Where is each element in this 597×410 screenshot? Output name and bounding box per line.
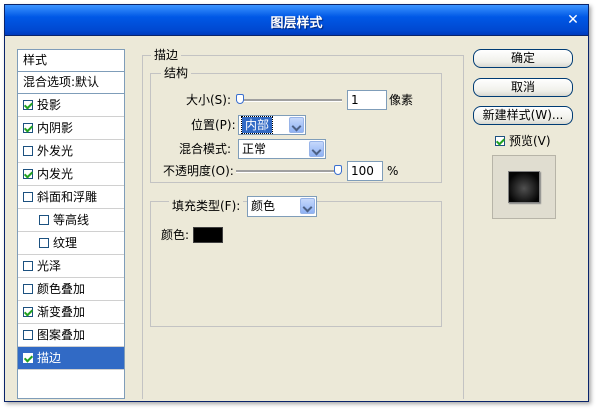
style-item-label: 内阴影	[37, 121, 74, 135]
style-item-checkbox[interactable]	[23, 330, 33, 340]
size-label: 大小(S):	[186, 93, 232, 107]
fill-type-value: 颜色	[251, 199, 276, 213]
style-preview	[492, 155, 556, 219]
size-input[interactable]: 1	[347, 90, 387, 110]
style-item[interactable]: 颜色叠加	[18, 278, 124, 301]
style-item-label: 渐变叠加	[37, 305, 86, 319]
opacity-slider-track[interactable]	[236, 170, 342, 173]
style-item-checkbox[interactable]	[23, 353, 33, 363]
blend-options-item[interactable]: 混合选项:默认	[18, 72, 124, 94]
style-item-checkbox[interactable]	[39, 215, 49, 225]
dialog-title: 图层样式	[270, 16, 323, 31]
style-item[interactable]: 内发光	[18, 163, 124, 186]
color-label: 颜色:	[161, 228, 190, 242]
style-item-label: 内发光	[37, 167, 74, 181]
new-style-button[interactable]: 新建样式(W)...	[473, 106, 573, 125]
style-item-label: 等高线	[53, 213, 90, 227]
opacity-input[interactable]: 100	[347, 161, 383, 181]
style-item-label: 投影	[37, 98, 62, 112]
opacity-unit: %	[387, 164, 399, 178]
style-item-label: 光泽	[37, 259, 62, 273]
structure-group-title: 结构	[161, 66, 192, 80]
chevron-down-icon[interactable]	[300, 198, 315, 214]
style-item-checkbox[interactable]	[23, 261, 33, 271]
fill-type-select[interactable]: 颜色	[247, 196, 317, 217]
style-item[interactable]: 描边	[18, 347, 124, 370]
stroke-group-title: 描边	[151, 48, 182, 62]
size-slider-thumb-icon[interactable]	[236, 94, 244, 104]
style-item-label: 颜色叠加	[37, 282, 86, 296]
style-item-checkbox[interactable]	[23, 192, 33, 202]
preview-thumbnail	[508, 171, 540, 203]
size-slider-track[interactable]	[236, 99, 342, 102]
close-icon[interactable]: ✕	[564, 11, 582, 29]
layer-style-dialog: 图层样式 ✕ 样式 混合选项:默认 投影内阴影外发光内发光斜面和浮雕等高线纹理光…	[4, 4, 589, 402]
preview-label: 预览(V)	[509, 134, 551, 148]
style-item-label: 图案叠加	[37, 328, 86, 342]
styles-header[interactable]: 样式	[18, 50, 124, 72]
structure-group: 结构 大小(S): 1 像素 位置(P): 内部 混合模式: 正常 不透明度(O…	[150, 66, 442, 183]
style-item[interactable]: 光泽	[18, 255, 124, 278]
style-item-label: 斜面和浮雕	[37, 190, 98, 204]
style-item-checkbox[interactable]	[23, 100, 33, 110]
blend-mode-select[interactable]: 正常	[238, 139, 326, 159]
style-item-checkbox[interactable]	[39, 238, 49, 248]
style-items: 投影内阴影外发光内发光斜面和浮雕等高线纹理光泽颜色叠加渐变叠加图案叠加描边	[18, 94, 124, 370]
blend-mode-label: 混合模式:	[179, 142, 232, 156]
style-item-label: 纹理	[53, 236, 78, 250]
chevron-down-icon[interactable]	[309, 141, 324, 157]
style-item[interactable]: 斜面和浮雕	[18, 186, 124, 209]
position-select[interactable]: 内部	[238, 115, 306, 135]
style-item-checkbox[interactable]	[23, 307, 33, 317]
cancel-button[interactable]: 取消	[473, 78, 573, 97]
style-item[interactable]: 等高线	[18, 209, 124, 232]
style-item[interactable]: 外发光	[18, 140, 124, 163]
preview-checkbox[interactable]: 预览(V)	[495, 132, 551, 149]
style-item[interactable]: 渐变叠加	[18, 301, 124, 324]
style-item-checkbox[interactable]	[23, 146, 33, 156]
style-item-label: 描边	[37, 351, 62, 365]
style-item[interactable]: 投影	[18, 94, 124, 117]
fill-type-label: 填充类型(F):	[169, 199, 244, 213]
style-item-checkbox[interactable]	[23, 169, 33, 179]
preview-checkbox-box[interactable]	[495, 135, 505, 146]
size-unit: 像素	[389, 93, 414, 107]
fill-group: 填充类型(F): 颜色 颜色:	[150, 196, 442, 327]
position-label: 位置(P):	[191, 118, 236, 132]
chevron-down-icon[interactable]	[289, 117, 304, 133]
style-item-checkbox[interactable]	[23, 123, 33, 133]
style-item[interactable]: 内阴影	[18, 117, 124, 140]
style-item[interactable]: 纹理	[18, 232, 124, 255]
position-value: 内部	[240, 116, 274, 134]
opacity-slider-thumb-icon[interactable]	[334, 165, 342, 175]
style-item[interactable]: 图案叠加	[18, 324, 124, 347]
ok-button[interactable]: 确定	[473, 49, 573, 68]
blend-mode-value: 正常	[242, 142, 267, 156]
style-item-label: 外发光	[37, 144, 74, 158]
stroke-color-swatch[interactable]	[193, 227, 223, 243]
style-item-checkbox[interactable]	[23, 284, 33, 294]
opacity-label: 不透明度(O):	[163, 164, 234, 178]
styles-list: 样式 混合选项:默认 投影内阴影外发光内发光斜面和浮雕等高线纹理光泽颜色叠加渐变…	[17, 49, 125, 399]
title-bar[interactable]: 图层样式 ✕	[5, 5, 588, 36]
